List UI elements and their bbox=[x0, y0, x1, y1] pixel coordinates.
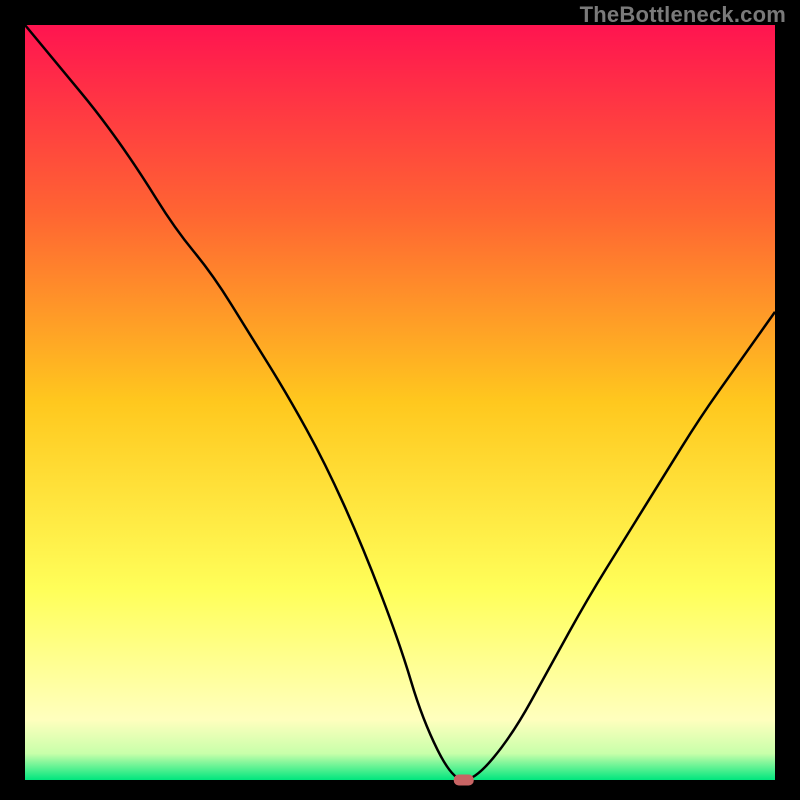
chart-container: TheBottleneck.com bbox=[0, 0, 800, 800]
bottleneck-chart bbox=[0, 0, 800, 800]
minimum-marker bbox=[454, 775, 474, 786]
gradient-background bbox=[25, 25, 775, 780]
